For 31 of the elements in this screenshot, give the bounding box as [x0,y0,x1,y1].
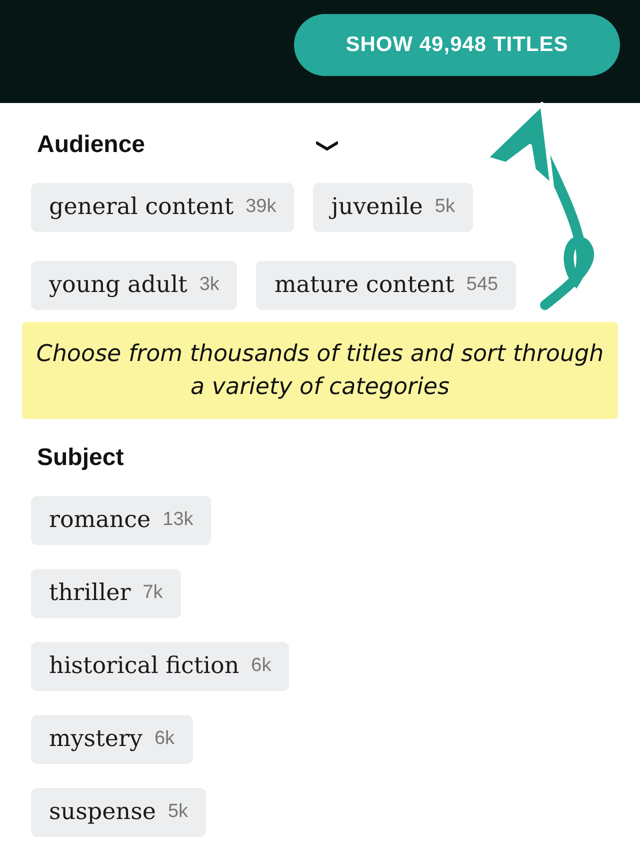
chip-count: 5k [168,800,188,824]
chip-count: 13k [162,508,194,532]
chip-label: juvenile [331,193,423,222]
chip-count: 39k [246,195,276,220]
chip-label: mystery [49,725,142,754]
chip-label: general content [49,193,234,222]
chevron-down-icon[interactable] [316,141,338,151]
filter-chip[interactable]: suspense 5k [31,788,206,837]
chip-count: 7k [142,581,163,606]
chip-count: 6k [251,654,272,678]
filter-chip[interactable]: historical fiction 6k [31,642,290,691]
chip-label: romance [49,506,151,536]
filter-chip[interactable]: young adult 3k [31,261,238,310]
filter-chip[interactable]: mystery 6k [31,715,193,764]
section-heading: Subject [37,443,124,473]
chip-label: suspense [49,798,156,828]
filter-chip[interactable]: romance 13k [31,496,212,545]
filter-chip[interactable]: juvenile 5k [313,183,473,232]
chip-label: young adult [49,271,188,300]
chip-label: thriller [49,579,131,608]
chip-count: 6k [154,727,175,752]
chip-count: 3k [199,273,220,298]
section-heading: Audience [37,130,146,160]
filter-chip[interactable]: thriller 7k [31,569,181,618]
caption-banner: Choose from thousands of titles and sort through a variety of categories [22,322,618,419]
filter-chip[interactable]: general content 39k [31,183,294,232]
chip-count: 545 [466,273,498,298]
chip-label: mature content [274,271,454,300]
chip-count: 5k [434,195,455,220]
chip-label: historical fiction [49,652,240,682]
filter-chip[interactable]: mature content 545 [256,261,516,310]
